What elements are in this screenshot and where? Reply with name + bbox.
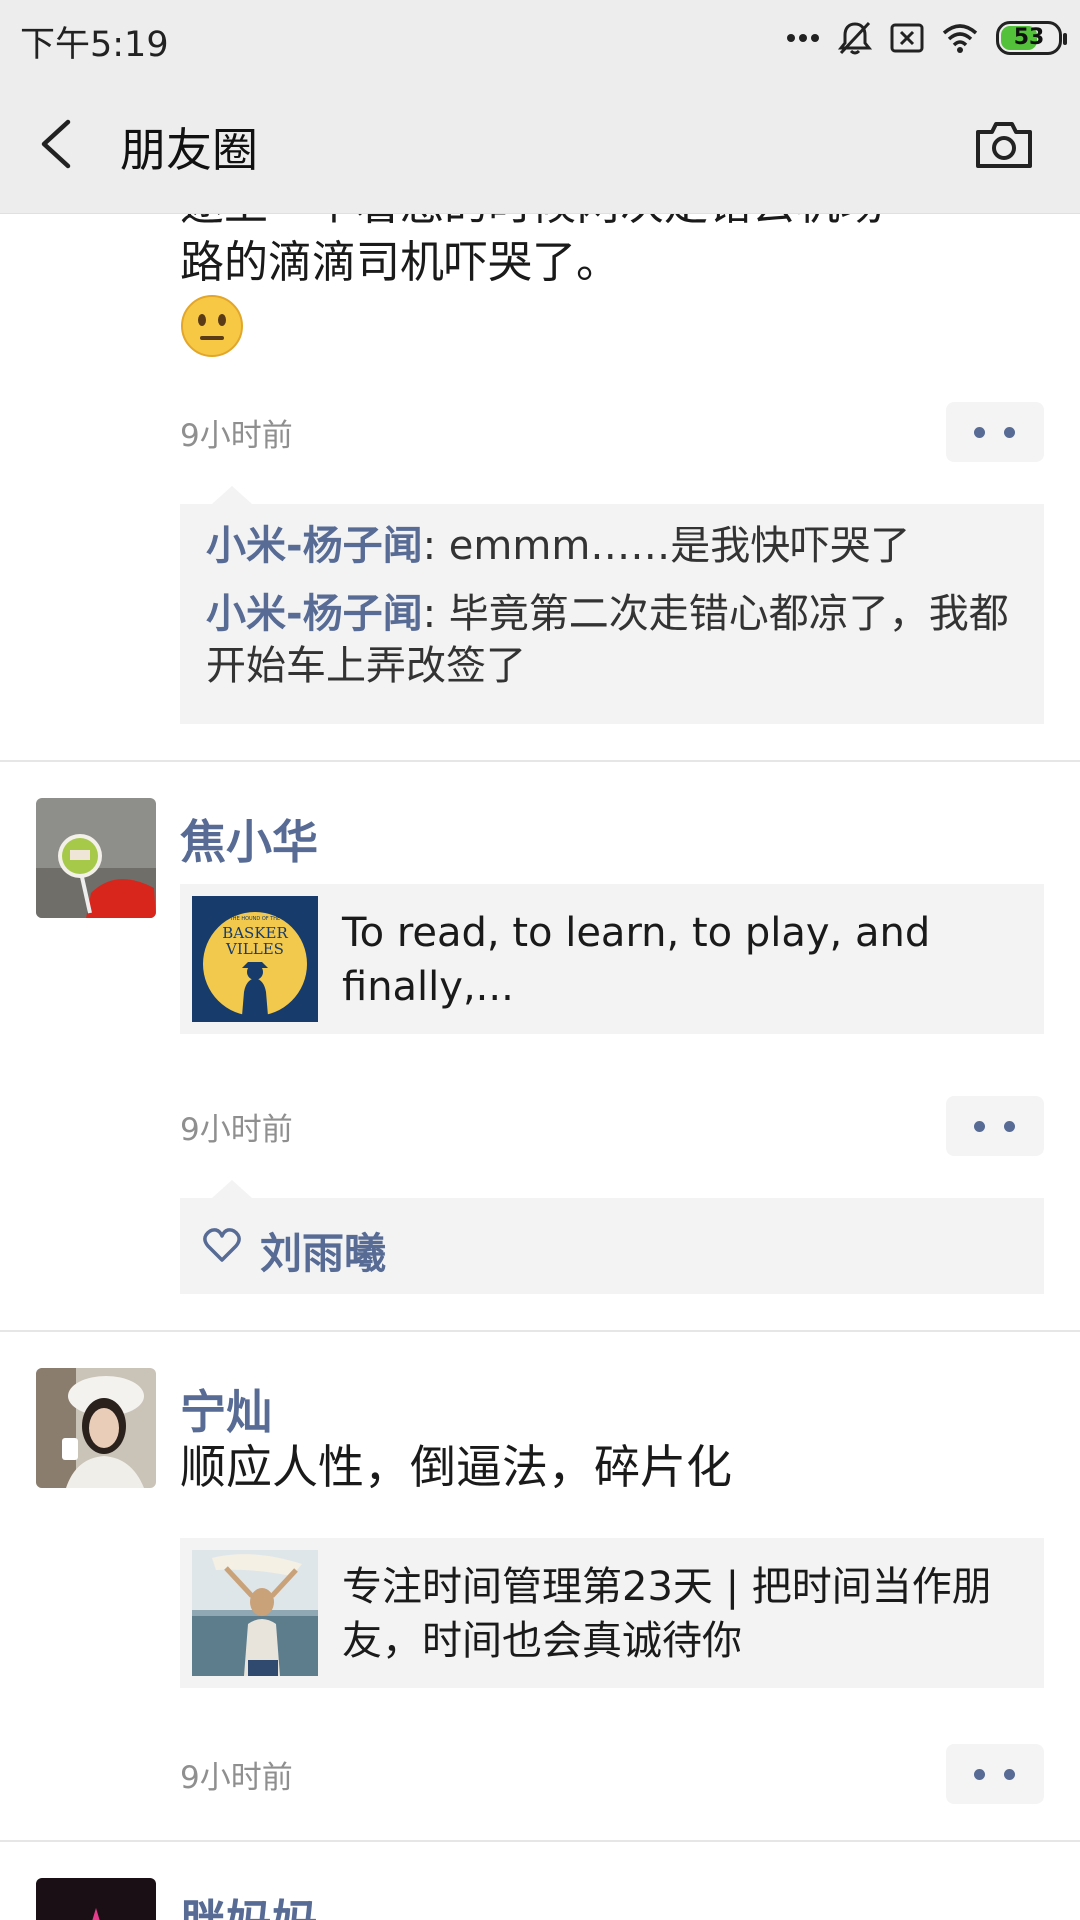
comment-author[interactable]: 小米-杨子闻 bbox=[206, 591, 423, 637]
status-time: 下午5:19 bbox=[20, 25, 169, 65]
moment-post: 途上一个着急的时候两次走错去机场 路的滴滴司机吓哭了。 9小时前 小米-杨子闻:… bbox=[0, 214, 1080, 762]
moment-post: 焦小华 THE HOUND OF THE BASKER VILLES To re… bbox=[0, 762, 1080, 1332]
back-chevron-icon[interactable] bbox=[30, 114, 90, 174]
status-icons: 53 bbox=[786, 18, 1067, 58]
heart-icon bbox=[203, 1228, 241, 1262]
post-text-hidden: 途上一个着急的时候两次走错去机场 bbox=[180, 214, 884, 234]
post-author-name[interactable]: 胖妈妈 bbox=[180, 1886, 318, 1920]
comment-item[interactable]: 小米-杨子闻: emmm……是我快吓哭了 bbox=[206, 520, 1026, 572]
avatar[interactable] bbox=[36, 1878, 156, 1920]
no-sim-icon bbox=[890, 23, 924, 53]
battery-icon: 53 bbox=[996, 21, 1067, 55]
page-title: 朋友圈 bbox=[120, 123, 258, 177]
link-thumbnail: THE HOUND OF THE BASKER VILLES bbox=[192, 896, 318, 1022]
post-time: 9小时前 bbox=[180, 1112, 293, 1148]
neutral-face-emoji-icon bbox=[181, 295, 243, 357]
link-card[interactable]: 专注时间管理第23天 | 把时间当作朋友，时间也会真诚待你 bbox=[180, 1538, 1044, 1688]
link-title: 专注时间管理第23天 | 把时间当作朋友，时间也会真诚待你 bbox=[342, 1564, 992, 1664]
avatar[interactable] bbox=[36, 798, 156, 918]
moments-feed[interactable]: 途上一个着急的时候两次走错去机场 路的滴滴司机吓哭了。 9小时前 小米-杨子闻:… bbox=[0, 214, 1080, 1920]
link-card[interactable]: THE HOUND OF THE BASKER VILLES To read, … bbox=[180, 884, 1044, 1034]
mute-bell-icon bbox=[838, 21, 872, 55]
more-dots-icon bbox=[787, 34, 819, 42]
svg-text:THE HOUND OF THE: THE HOUND OF THE bbox=[229, 916, 280, 922]
more-actions-button[interactable] bbox=[946, 1744, 1044, 1804]
comment-section: 小米-杨子闻: emmm……是我快吓哭了 小米-杨子闻: 毕竟第二次走错心都凉了… bbox=[180, 504, 1044, 724]
status-bar: 下午5:19 53 bbox=[0, 0, 1080, 76]
link-title: To read, to learn, to play, and finally,… bbox=[342, 910, 931, 1010]
post-emoji bbox=[180, 294, 244, 375]
battery-level: 53 bbox=[1013, 25, 1045, 50]
post-time: 9小时前 bbox=[180, 1760, 293, 1796]
svg-text:VILLES: VILLES bbox=[225, 940, 284, 958]
more-actions-button[interactable] bbox=[946, 402, 1044, 462]
likes-section: 刘雨曦 bbox=[180, 1198, 1044, 1294]
camera-icon[interactable] bbox=[974, 118, 1034, 170]
comment-item[interactable]: 小米-杨子闻: 毕竟第二次走错心都凉了，我都开始车上弄改签了 bbox=[206, 588, 1026, 692]
post-text: 路的滴滴司机吓哭了。 bbox=[180, 237, 620, 288]
moment-post: 胖妈妈 bbox=[0, 1842, 1080, 1920]
comment-author[interactable]: 小米-杨子闻 bbox=[206, 523, 423, 569]
post-author-name[interactable]: 焦小华 bbox=[180, 806, 318, 872]
wifi-icon bbox=[942, 24, 978, 53]
like-user-name[interactable]: 刘雨曦 bbox=[260, 1220, 386, 1281]
avatar[interactable] bbox=[36, 1368, 156, 1488]
post-time: 9小时前 bbox=[180, 418, 293, 454]
link-thumbnail bbox=[192, 1550, 318, 1676]
moment-post: 宁灿 顺应人性，倒逼法，碎片化 专注时间管理第23天 | 把时间当作朋友，时间也… bbox=[0, 1332, 1080, 1842]
post-author-name[interactable]: 宁灿 bbox=[180, 1376, 272, 1442]
post-text: 顺应人性，倒逼法，碎片化 bbox=[180, 1440, 732, 1494]
nav-bar: 朋友圈 bbox=[0, 76, 1080, 214]
more-actions-button[interactable] bbox=[946, 1096, 1044, 1156]
comment-text: : emmm……是我快吓哭了 bbox=[422, 523, 911, 569]
